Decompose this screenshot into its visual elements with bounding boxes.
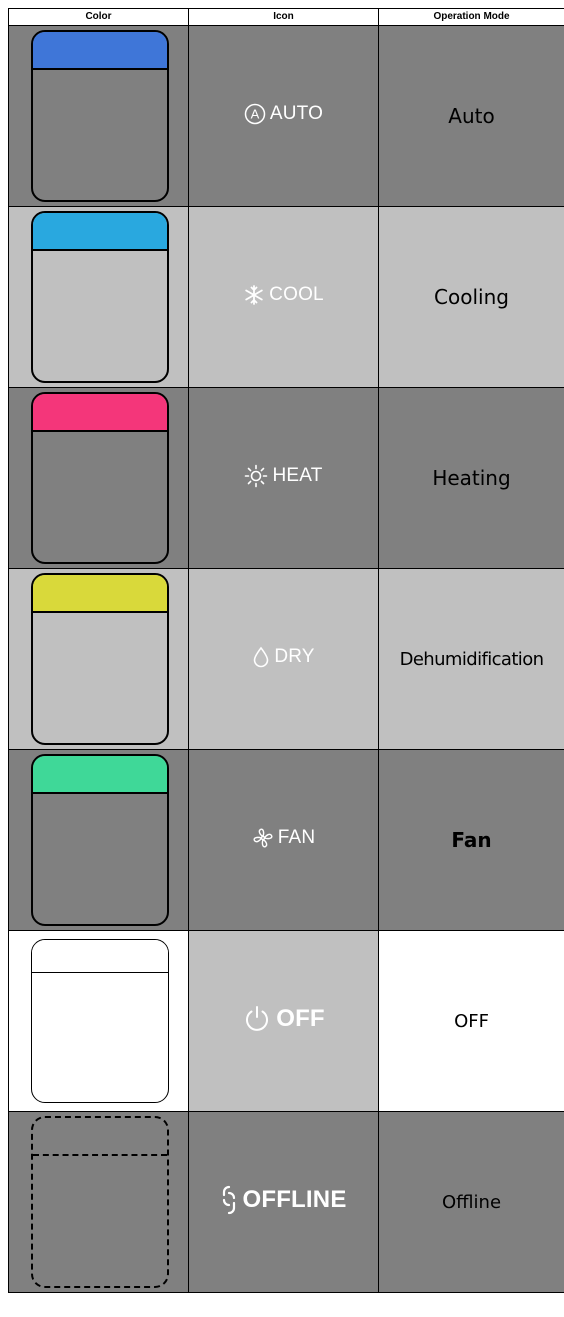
icon-cell: FAN xyxy=(188,749,379,931)
table-row-heat: HEAT Heating xyxy=(8,387,564,569)
mode-label: OFF xyxy=(454,1010,489,1032)
swatch-top-bar xyxy=(33,575,167,613)
color-swatch xyxy=(31,754,169,926)
icon-label: OFF xyxy=(276,1004,325,1032)
icon-cell: COOL xyxy=(188,206,379,388)
icon-cell: DRY xyxy=(188,568,379,750)
table-row-off: OFF OFF xyxy=(8,930,564,1112)
mode-cell: Fan xyxy=(378,749,564,931)
table-row-auto: A AUTO Auto xyxy=(8,25,564,207)
color-cell xyxy=(8,25,189,207)
swatch-top-bar xyxy=(32,940,168,973)
droplet-icon xyxy=(252,646,270,668)
svg-text:A: A xyxy=(251,106,260,121)
snowflake-icon xyxy=(243,284,265,306)
table-row-dry: DRY Dehumidification xyxy=(8,568,564,750)
swatch-top-bar xyxy=(33,756,167,794)
header-operation-mode: Operation Mode xyxy=(378,8,564,26)
mode-cell: Offline xyxy=(378,1111,564,1293)
mode-label: Fan xyxy=(451,828,492,852)
mode-cell: OFF xyxy=(378,930,564,1112)
header-row: Color Icon Operation Mode xyxy=(8,8,564,26)
header-color: Color xyxy=(8,8,189,26)
mode-label: Dehumidification xyxy=(399,648,544,670)
swatch-top-bar xyxy=(33,1118,167,1156)
icon-label: OFFLINE xyxy=(242,1185,347,1213)
link-icon xyxy=(220,1184,238,1216)
color-swatch xyxy=(31,573,169,745)
mode-label: Offline xyxy=(441,1191,502,1213)
header-icon: Icon xyxy=(188,8,379,26)
color-swatch xyxy=(31,392,169,564)
color-cell xyxy=(8,568,189,750)
color-cell xyxy=(8,387,189,569)
swatch-top-bar xyxy=(33,213,167,251)
color-swatch xyxy=(31,1116,169,1288)
fan-icon xyxy=(252,827,274,849)
icon-cell: OFF xyxy=(188,930,379,1112)
swatch-top-bar xyxy=(33,394,167,432)
table-row-cool: COOL Cooling xyxy=(8,206,564,388)
operation-mode-table: Color Icon Operation Mode A AUTO Auto CO… xyxy=(8,8,564,1293)
auto-icon: A xyxy=(244,103,266,125)
icon-label: DRY xyxy=(274,645,315,667)
icon-cell: A AUTO xyxy=(188,25,379,207)
table-row-fan: FAN Fan xyxy=(8,749,564,931)
color-swatch xyxy=(31,939,169,1103)
table-row-offline: OFFLINE Offline xyxy=(8,1111,564,1293)
icon-cell: OFFLINE xyxy=(188,1111,379,1293)
color-cell xyxy=(8,930,189,1112)
swatch-top-bar xyxy=(33,32,167,70)
color-swatch xyxy=(31,211,169,383)
mode-label: Auto xyxy=(448,104,495,128)
color-cell xyxy=(8,749,189,931)
icon-label: AUTO xyxy=(269,102,324,124)
icon-label: FAN xyxy=(277,826,316,848)
color-swatch xyxy=(31,30,169,202)
sun-icon xyxy=(244,464,268,488)
mode-cell: Auto xyxy=(378,25,564,207)
power-icon xyxy=(242,1004,272,1034)
mode-label: Cooling xyxy=(434,285,509,309)
mode-cell: Heating xyxy=(378,387,564,569)
icon-label: HEAT xyxy=(272,464,323,486)
icon-label: COOL xyxy=(269,283,324,305)
mode-label: Heating xyxy=(432,466,511,490)
color-cell xyxy=(8,206,189,388)
color-cell xyxy=(8,1111,189,1293)
mode-cell: Cooling xyxy=(378,206,564,388)
icon-cell: HEAT xyxy=(188,387,379,569)
mode-cell: Dehumidification xyxy=(378,568,564,750)
